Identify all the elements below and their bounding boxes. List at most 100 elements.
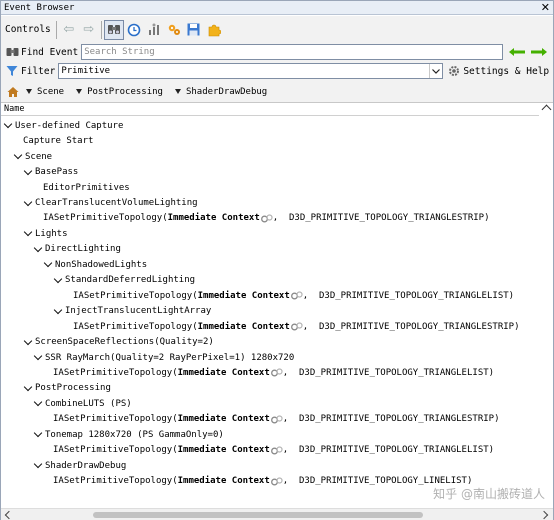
tree-node[interactable]: EditorPrimitives	[1, 180, 130, 196]
gear-cluster-icon[interactable]	[164, 20, 184, 40]
breadcrumb-item-scene[interactable]: Scene	[26, 87, 64, 97]
tree-node-label: User-defined Capture	[15, 120, 124, 131]
chevron-down-icon[interactable]	[24, 384, 33, 393]
context-name: Immediate Context	[197, 321, 290, 332]
filter-value: Primitive	[61, 66, 111, 76]
link-icon[interactable]	[270, 368, 283, 377]
clock-icon[interactable]	[124, 20, 144, 40]
watermark: 知乎 @南山搬砖道人	[433, 487, 545, 501]
chevron-down-icon[interactable]	[54, 307, 63, 316]
back-arrow-icon[interactable]: ⇦	[59, 20, 79, 40]
tree-node[interactable]: Lights	[1, 226, 68, 242]
search-placeholder: Search String	[84, 47, 155, 57]
chevron-down-icon[interactable]	[34, 353, 43, 362]
scrollbar-thumb[interactable]	[93, 512, 423, 518]
binoculars-icon[interactable]	[103, 19, 124, 40]
chevron-down-icon[interactable]	[34, 245, 43, 254]
home-icon[interactable]	[6, 85, 20, 99]
tree-node[interactable]: BasePass	[1, 164, 78, 180]
link-icon[interactable]	[260, 214, 273, 223]
link-icon[interactable]	[290, 291, 303, 300]
context-name: Immediate Context	[177, 367, 270, 378]
chart-icon[interactable]	[144, 20, 164, 40]
tree-node[interactable]: IASetPrimitiveTopology(Immediate Context…	[1, 319, 520, 335]
link-icon[interactable]	[270, 446, 283, 455]
tree-node[interactable]: CombineLUTS (PS)	[1, 396, 132, 412]
chevron-down-icon[interactable]	[429, 64, 442, 78]
tree-node-label: BasePass	[35, 167, 79, 178]
tree-node[interactable]: IASetPrimitiveTopology(Immediate Context…	[1, 288, 514, 304]
binoculars-icon	[5, 45, 19, 59]
tree-node-label: SSR RayMarch(Quality=2 RayPerPixel=1) 12…	[45, 352, 295, 363]
filter-dropdown[interactable]: Primitive	[58, 63, 444, 79]
vertical-scrollbar[interactable]	[539, 103, 553, 508]
tree-node[interactable]: Tonemap 1280x720 (PS GammaOnly=0)	[1, 427, 224, 443]
breadcrumb-item-shaderdrawdebug[interactable]: ShaderDrawDebug	[174, 87, 267, 97]
chevron-down-icon[interactable]	[24, 229, 33, 238]
tree-node-label: Lights	[35, 228, 68, 239]
link-icon[interactable]	[290, 322, 303, 331]
tree-node[interactable]: NonShadowedLights	[1, 257, 147, 273]
gear-icon[interactable]	[447, 64, 461, 78]
scroll-right-icon[interactable]	[539, 510, 549, 520]
breadcrumb-item-postprocessing[interactable]: PostProcessing	[76, 87, 163, 97]
tree-node-label: ClearTranslucentVolumeLighting	[35, 198, 198, 208]
api-call-name: IASetPrimitiveTopology(	[73, 321, 198, 332]
window-title: Event Browser	[4, 2, 75, 13]
save-icon[interactable]	[184, 20, 204, 40]
tree-node[interactable]: DirectLighting	[1, 242, 121, 258]
chevron-down-icon[interactable]	[34, 461, 43, 470]
chevron-down-icon[interactable]	[24, 338, 33, 347]
chevron-down-icon[interactable]	[54, 276, 63, 285]
chevron-down-icon[interactable]	[14, 152, 23, 161]
puzzle-icon[interactable]	[204, 20, 224, 40]
tree-node[interactable]: Scene	[1, 149, 52, 165]
tree-node[interactable]: IASetPrimitiveTopology(Immediate Context…	[1, 365, 494, 381]
tree-node[interactable]: ClearTranslucentVolumeLighting	[1, 195, 198, 211]
horizontal-scrollbar[interactable]	[1, 508, 553, 520]
chevron-down-icon[interactable]	[24, 168, 33, 177]
forward-arrow-icon[interactable]: ⇨	[79, 20, 99, 40]
tree-node[interactable]: SSR RayMarch(Quality=2 RayPerPixel=1) 12…	[1, 350, 294, 366]
settings-help-label[interactable]: Settings & Help	[461, 66, 552, 77]
tree-node-label: ShaderDrawDebug	[45, 460, 127, 471]
search-input[interactable]: Search String	[81, 44, 504, 60]
tree-node-label: Scene	[25, 151, 53, 162]
event-tree[interactable]: Name User-defined Capture Capture Start Sc…	[1, 103, 553, 508]
tree-node[interactable]: ScreenSpaceReflections(Quality=2)	[1, 334, 214, 350]
tree-node-label: InjectTranslucentLightArray	[65, 306, 212, 317]
find-previous-icon[interactable]	[507, 45, 527, 59]
topology-argument: , D3D_PRIMITIVE_TOPOLOGY_TRIANGLESTRIP)	[272, 213, 490, 224]
tree-node[interactable]: PostProcessing	[1, 381, 111, 397]
tree-node[interactable]: IASetPrimitiveTopology(Immediate Context…	[1, 412, 500, 428]
tree-node[interactable]: ShaderDrawDebug	[1, 458, 126, 474]
tree-node[interactable]: Capture Start	[1, 133, 93, 149]
chevron-down-icon[interactable]	[34, 399, 43, 408]
link-icon[interactable]	[270, 476, 283, 486]
link-icon[interactable]	[270, 415, 283, 424]
tree-node[interactable]: InjectTranslucentLightArray	[1, 303, 211, 319]
scroll-left-icon[interactable]	[4, 510, 14, 520]
api-call-name: IASetPrimitiveTopology(	[53, 367, 178, 378]
chevron-down-icon[interactable]	[24, 199, 33, 208]
close-icon[interactable]: ✕	[541, 1, 550, 15]
tree-node[interactable]: IASetPrimitiveTopology(Immediate Context…	[1, 473, 472, 489]
scroll-up-icon[interactable]	[541, 104, 552, 115]
tree-node[interactable]: IASetPrimitiveTopology(Immediate Context…	[1, 211, 490, 227]
api-call-name: IASetPrimitiveTopology(	[73, 290, 198, 301]
tree-node-label: NonShadowedLights	[55, 259, 148, 270]
tree-node[interactable]: User-defined Capture	[1, 118, 123, 134]
chevron-down-icon[interactable]	[34, 430, 43, 439]
tree-node-label: PostProcessing	[35, 383, 111, 394]
column-header-name[interactable]: Name	[1, 103, 553, 116]
chevron-down-icon[interactable]	[4, 121, 13, 130]
chevron-down-icon	[76, 89, 83, 94]
api-call-name: IASetPrimitiveTopology(	[53, 445, 178, 456]
tree-node[interactable]: StandardDeferredLighting	[1, 273, 195, 289]
tree-node[interactable]: IASetPrimitiveTopology(Immediate Context…	[1, 442, 494, 458]
tree-node-label: ScreenSpaceReflections(Quality=2)	[35, 337, 214, 348]
find-next-icon[interactable]	[529, 45, 549, 59]
api-call-name: IASetPrimitiveTopology(	[53, 414, 178, 425]
chevron-down-icon[interactable]	[44, 260, 53, 269]
api-call-name: IASetPrimitiveTopology(	[53, 476, 178, 487]
